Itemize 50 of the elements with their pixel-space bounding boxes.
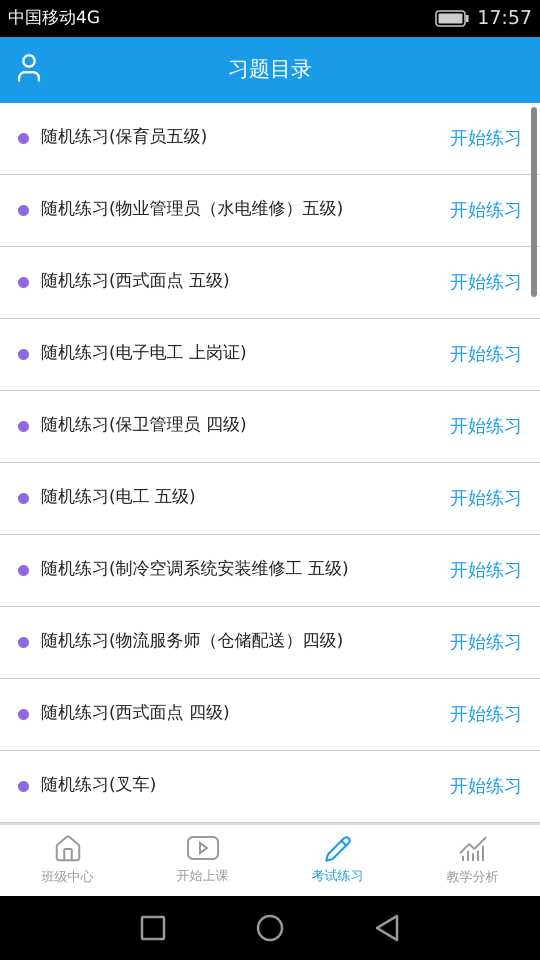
start-practice-link[interactable]: 开始练习 bbox=[450, 340, 522, 368]
tab[interactable]: 开始上课 bbox=[135, 824, 270, 896]
exercise-title: 随机练习(保育员五级) bbox=[41, 126, 208, 150]
start-practice-link[interactable]: 开始练习 bbox=[450, 772, 522, 800]
tab[interactable]: 教学分析 bbox=[405, 824, 540, 896]
bullet-icon bbox=[18, 276, 29, 288]
list-item[interactable]: 随机练习(物流服务师（仓储配送）四级) 开始练习 bbox=[0, 606, 540, 679]
bullet-icon bbox=[18, 348, 29, 360]
battery-icon bbox=[435, 10, 470, 27]
list-item[interactable]: 随机练习(制冷空调系统安装维修工 五级) 开始练习 bbox=[0, 534, 540, 607]
bullet-icon bbox=[18, 132, 29, 144]
page-title: 习题目录 bbox=[228, 56, 312, 83]
pencil-icon bbox=[324, 834, 352, 863]
back-icon[interactable] bbox=[374, 914, 400, 942]
start-practice-link[interactable]: 开始练习 bbox=[450, 700, 522, 728]
start-practice-link[interactable]: 开始练习 bbox=[450, 556, 522, 584]
exercise-title: 随机练习(西式面点 四级) bbox=[41, 702, 231, 726]
chart-icon bbox=[458, 834, 488, 864]
exercise-title: 随机练习(物业管理员（水电维修）五级) bbox=[41, 198, 344, 222]
bullet-icon bbox=[18, 708, 29, 720]
start-practice-link[interactable]: 开始练习 bbox=[450, 124, 522, 152]
exercise-title: 随机练习(叉车) bbox=[41, 774, 158, 798]
exercise-title: 随机练习(西式面点 五级) bbox=[41, 270, 231, 294]
circle-icon[interactable] bbox=[256, 914, 284, 942]
list-item[interactable]: 随机练习(西式面点 四级) 开始练习 bbox=[0, 678, 540, 751]
exercise-title: 随机练习(电工 五级) bbox=[41, 486, 197, 510]
square-icon[interactable] bbox=[140, 915, 166, 942]
tab[interactable]: 班级中心 bbox=[0, 824, 135, 896]
exercise-title: 随机练习(制冷空调系统安装维修工 五级) bbox=[41, 558, 350, 582]
bullet-icon bbox=[18, 204, 29, 216]
play-icon bbox=[186, 834, 220, 863]
start-practice-link[interactable]: 开始练习 bbox=[450, 628, 522, 656]
tab[interactable]: 考试练习 bbox=[270, 824, 405, 896]
time-text: 17:57 bbox=[477, 6, 532, 32]
start-practice-link[interactable]: 开始练习 bbox=[450, 196, 522, 224]
list-item[interactable]: 随机练习(保卫管理员 四级) 开始练习 bbox=[0, 390, 540, 463]
exercise-title: 随机练习(电子电工 上岗证) bbox=[41, 342, 248, 366]
carrier-text: 中国移动4G bbox=[8, 6, 100, 30]
list-item[interactable]: 随机练习(电子电工 上岗证) 开始练习 bbox=[0, 318, 540, 391]
bullet-icon bbox=[18, 564, 29, 576]
list-item[interactable]: 随机练习(电工 五级) 开始练习 bbox=[0, 462, 540, 535]
bullet-icon bbox=[18, 492, 29, 504]
exercise-title: 随机练习(物流服务师（仓储配送）四级) bbox=[41, 630, 344, 654]
bullet-icon bbox=[18, 780, 29, 792]
exercise-title: 随机练习(保卫管理员 四级) bbox=[41, 414, 248, 438]
start-practice-link[interactable]: 开始练习 bbox=[450, 268, 522, 296]
start-practice-link[interactable]: 开始练习 bbox=[450, 412, 522, 440]
bullet-icon bbox=[18, 636, 29, 648]
bullet-icon bbox=[18, 420, 29, 432]
start-practice-link[interactable]: 开始练习 bbox=[450, 484, 522, 512]
